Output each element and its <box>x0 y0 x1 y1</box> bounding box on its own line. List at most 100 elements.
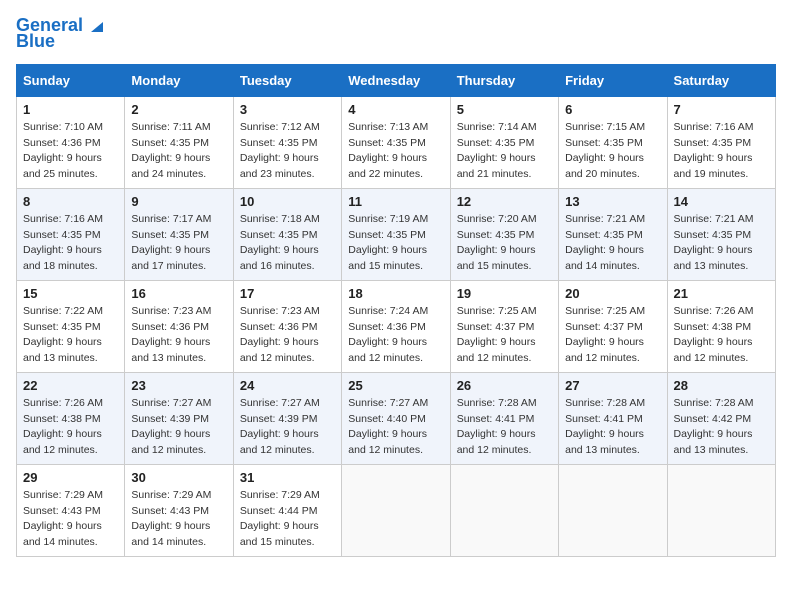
header-tuesday: Tuesday <box>233 64 341 96</box>
calendar-cell: 15 Sunrise: 7:22 AM Sunset: 4:35 PM Dayl… <box>17 280 125 372</box>
day-info: Sunrise: 7:25 AM Sunset: 4:37 PM Dayligh… <box>457 304 552 367</box>
calendar-cell: 18 Sunrise: 7:24 AM Sunset: 4:36 PM Dayl… <box>342 280 450 372</box>
day-number: 6 <box>565 102 660 117</box>
day-info: Sunrise: 7:27 AM Sunset: 4:39 PM Dayligh… <box>131 396 226 459</box>
calendar-week-1: 1 Sunrise: 7:10 AM Sunset: 4:36 PM Dayli… <box>17 96 776 188</box>
day-info: Sunrise: 7:22 AM Sunset: 4:35 PM Dayligh… <box>23 304 118 367</box>
day-info: Sunrise: 7:29 AM Sunset: 4:43 PM Dayligh… <box>131 488 226 551</box>
calendar-cell: 10 Sunrise: 7:18 AM Sunset: 4:35 PM Dayl… <box>233 188 341 280</box>
day-info: Sunrise: 7:15 AM Sunset: 4:35 PM Dayligh… <box>565 120 660 183</box>
calendar-cell: 26 Sunrise: 7:28 AM Sunset: 4:41 PM Dayl… <box>450 372 558 464</box>
header-thursday: Thursday <box>450 64 558 96</box>
day-number: 28 <box>674 378 769 393</box>
day-number: 16 <box>131 286 226 301</box>
calendar-cell: 6 Sunrise: 7:15 AM Sunset: 4:35 PM Dayli… <box>559 96 667 188</box>
day-info: Sunrise: 7:17 AM Sunset: 4:35 PM Dayligh… <box>131 212 226 275</box>
day-info: Sunrise: 7:21 AM Sunset: 4:35 PM Dayligh… <box>674 212 769 275</box>
day-info: Sunrise: 7:25 AM Sunset: 4:37 PM Dayligh… <box>565 304 660 367</box>
logo-icon <box>85 14 107 36</box>
calendar-cell: 9 Sunrise: 7:17 AM Sunset: 4:35 PM Dayli… <box>125 188 233 280</box>
day-number: 12 <box>457 194 552 209</box>
day-info: Sunrise: 7:21 AM Sunset: 4:35 PM Dayligh… <box>565 212 660 275</box>
day-info: Sunrise: 7:20 AM Sunset: 4:35 PM Dayligh… <box>457 212 552 275</box>
day-info: Sunrise: 7:14 AM Sunset: 4:35 PM Dayligh… <box>457 120 552 183</box>
calendar-week-3: 15 Sunrise: 7:22 AM Sunset: 4:35 PM Dayl… <box>17 280 776 372</box>
calendar-table: SundayMondayTuesdayWednesdayThursdayFrid… <box>16 64 776 557</box>
calendar-cell: 3 Sunrise: 7:12 AM Sunset: 4:35 PM Dayli… <box>233 96 341 188</box>
day-number: 8 <box>23 194 118 209</box>
calendar-cell: 4 Sunrise: 7:13 AM Sunset: 4:35 PM Dayli… <box>342 96 450 188</box>
calendar-cell: 21 Sunrise: 7:26 AM Sunset: 4:38 PM Dayl… <box>667 280 775 372</box>
calendar-cell: 19 Sunrise: 7:25 AM Sunset: 4:37 PM Dayl… <box>450 280 558 372</box>
calendar-cell: 5 Sunrise: 7:14 AM Sunset: 4:35 PM Dayli… <box>450 96 558 188</box>
day-number: 9 <box>131 194 226 209</box>
day-number: 3 <box>240 102 335 117</box>
page-header: General Blue <box>16 16 776 52</box>
calendar-cell: 29 Sunrise: 7:29 AM Sunset: 4:43 PM Dayl… <box>17 464 125 556</box>
calendar-cell: 11 Sunrise: 7:19 AM Sunset: 4:35 PM Dayl… <box>342 188 450 280</box>
logo-blue-text: Blue <box>16 32 55 52</box>
day-number: 1 <box>23 102 118 117</box>
calendar-cell <box>342 464 450 556</box>
day-number: 21 <box>674 286 769 301</box>
day-number: 7 <box>674 102 769 117</box>
day-info: Sunrise: 7:13 AM Sunset: 4:35 PM Dayligh… <box>348 120 443 183</box>
day-info: Sunrise: 7:27 AM Sunset: 4:40 PM Dayligh… <box>348 396 443 459</box>
day-info: Sunrise: 7:27 AM Sunset: 4:39 PM Dayligh… <box>240 396 335 459</box>
calendar-cell: 25 Sunrise: 7:27 AM Sunset: 4:40 PM Dayl… <box>342 372 450 464</box>
day-number: 2 <box>131 102 226 117</box>
day-number: 15 <box>23 286 118 301</box>
calendar-cell: 20 Sunrise: 7:25 AM Sunset: 4:37 PM Dayl… <box>559 280 667 372</box>
calendar-cell: 28 Sunrise: 7:28 AM Sunset: 4:42 PM Dayl… <box>667 372 775 464</box>
day-info: Sunrise: 7:26 AM Sunset: 4:38 PM Dayligh… <box>23 396 118 459</box>
calendar-cell: 14 Sunrise: 7:21 AM Sunset: 4:35 PM Dayl… <box>667 188 775 280</box>
day-info: Sunrise: 7:19 AM Sunset: 4:35 PM Dayligh… <box>348 212 443 275</box>
calendar-cell <box>559 464 667 556</box>
calendar-cell: 16 Sunrise: 7:23 AM Sunset: 4:36 PM Dayl… <box>125 280 233 372</box>
day-number: 14 <box>674 194 769 209</box>
calendar-cell: 24 Sunrise: 7:27 AM Sunset: 4:39 PM Dayl… <box>233 372 341 464</box>
day-number: 10 <box>240 194 335 209</box>
calendar-cell: 1 Sunrise: 7:10 AM Sunset: 4:36 PM Dayli… <box>17 96 125 188</box>
calendar-cell: 7 Sunrise: 7:16 AM Sunset: 4:35 PM Dayli… <box>667 96 775 188</box>
calendar-cell: 17 Sunrise: 7:23 AM Sunset: 4:36 PM Dayl… <box>233 280 341 372</box>
calendar-week-5: 29 Sunrise: 7:29 AM Sunset: 4:43 PM Dayl… <box>17 464 776 556</box>
day-number: 25 <box>348 378 443 393</box>
calendar-cell: 23 Sunrise: 7:27 AM Sunset: 4:39 PM Dayl… <box>125 372 233 464</box>
day-number: 22 <box>23 378 118 393</box>
calendar-cell: 22 Sunrise: 7:26 AM Sunset: 4:38 PM Dayl… <box>17 372 125 464</box>
calendar-cell: 12 Sunrise: 7:20 AM Sunset: 4:35 PM Dayl… <box>450 188 558 280</box>
calendar-cell <box>667 464 775 556</box>
calendar-cell: 2 Sunrise: 7:11 AM Sunset: 4:35 PM Dayli… <box>125 96 233 188</box>
calendar-week-4: 22 Sunrise: 7:26 AM Sunset: 4:38 PM Dayl… <box>17 372 776 464</box>
day-number: 29 <box>23 470 118 485</box>
day-number: 18 <box>348 286 443 301</box>
header-sunday: Sunday <box>17 64 125 96</box>
day-info: Sunrise: 7:16 AM Sunset: 4:35 PM Dayligh… <box>23 212 118 275</box>
calendar-cell <box>450 464 558 556</box>
day-info: Sunrise: 7:29 AM Sunset: 4:44 PM Dayligh… <box>240 488 335 551</box>
calendar-cell: 30 Sunrise: 7:29 AM Sunset: 4:43 PM Dayl… <box>125 464 233 556</box>
day-number: 30 <box>131 470 226 485</box>
day-number: 13 <box>565 194 660 209</box>
calendar-cell: 13 Sunrise: 7:21 AM Sunset: 4:35 PM Dayl… <box>559 188 667 280</box>
calendar-cell: 27 Sunrise: 7:28 AM Sunset: 4:41 PM Dayl… <box>559 372 667 464</box>
calendar-week-2: 8 Sunrise: 7:16 AM Sunset: 4:35 PM Dayli… <box>17 188 776 280</box>
calendar-header-row: SundayMondayTuesdayWednesdayThursdayFrid… <box>17 64 776 96</box>
day-info: Sunrise: 7:16 AM Sunset: 4:35 PM Dayligh… <box>674 120 769 183</box>
header-friday: Friday <box>559 64 667 96</box>
calendar-cell: 8 Sunrise: 7:16 AM Sunset: 4:35 PM Dayli… <box>17 188 125 280</box>
day-info: Sunrise: 7:28 AM Sunset: 4:41 PM Dayligh… <box>565 396 660 459</box>
day-info: Sunrise: 7:23 AM Sunset: 4:36 PM Dayligh… <box>131 304 226 367</box>
day-number: 26 <box>457 378 552 393</box>
header-wednesday: Wednesday <box>342 64 450 96</box>
day-number: 5 <box>457 102 552 117</box>
day-info: Sunrise: 7:24 AM Sunset: 4:36 PM Dayligh… <box>348 304 443 367</box>
day-number: 24 <box>240 378 335 393</box>
header-monday: Monday <box>125 64 233 96</box>
day-info: Sunrise: 7:28 AM Sunset: 4:41 PM Dayligh… <box>457 396 552 459</box>
day-number: 19 <box>457 286 552 301</box>
day-number: 23 <box>131 378 226 393</box>
day-number: 11 <box>348 194 443 209</box>
day-info: Sunrise: 7:26 AM Sunset: 4:38 PM Dayligh… <box>674 304 769 367</box>
